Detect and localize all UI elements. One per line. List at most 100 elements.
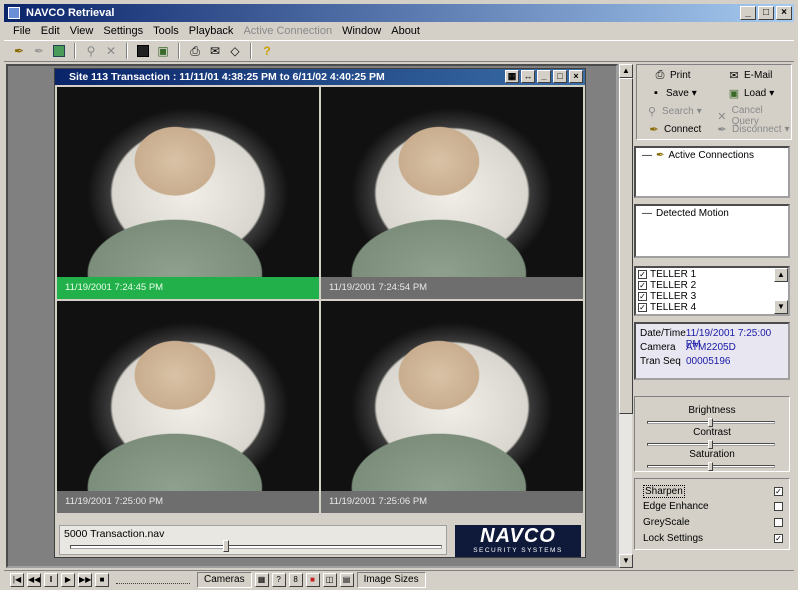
window-icon[interactable]: ◫ [322,572,337,587]
fit-button[interactable]: ↔ [521,70,535,83]
menu-about[interactable]: About [386,25,425,37]
camera-view-1[interactable]: 11/19/2001 7:24:45 PM [57,87,319,299]
toolbar-separator [126,43,128,59]
camera-image [57,301,319,513]
navco-logo: NAVCO SECURITY SYSTEMS [455,525,581,557]
teller-item[interactable]: ✓ TELLER 1 [638,269,696,280]
connect-button[interactable]: ✒ Connect [647,123,701,136]
print-button[interactable]: ⎙ Print [653,69,691,82]
detected-motion-box[interactable]: — Detected Motion [634,204,790,258]
menu-edit[interactable]: Edit [36,25,65,37]
logo-tagline: SECURITY SYSTEMS [473,547,563,554]
disconnect-icon: ✒ [717,124,727,136]
playback-slider-handle[interactable] [223,540,230,552]
child-minimize-button[interactable]: _ [537,70,551,83]
list-scroll-up-button[interactable]: ▲ [774,268,788,282]
rewind-button[interactable]: ◀◀ [27,572,41,587]
checkbox[interactable]: ✓ [638,270,647,279]
print-icon[interactable]: ⎙ [186,42,204,60]
contrast-slider-handle[interactable] [708,440,713,449]
app-title-bar: NAVCO Retrieval _ □ × [4,4,794,22]
scroll-up-button[interactable]: ▲ [619,64,633,78]
load-icon[interactable]: ▣ [154,42,172,60]
checkbox[interactable]: ✓ [638,292,647,301]
camera-timestamp: 11/19/2001 7:24:45 PM [57,277,319,299]
saturation-label: Saturation [689,449,735,460]
camera-image [321,87,583,299]
checkbox[interactable] [774,502,783,511]
lock-settings-option[interactable]: Lock Settings ✓ [643,533,783,544]
stop-button[interactable]: ■ [95,572,109,587]
menu-file[interactable]: File [8,25,36,37]
red-tile-icon[interactable]: ■ [305,572,320,587]
tree-line: — [642,150,652,161]
search-icon[interactable]: ⚲ [82,42,100,60]
print-icon: ⎙ [655,69,665,81]
edge-enhance-option[interactable]: Edge Enhance [643,501,783,512]
help-icon[interactable]: ? [271,572,286,587]
teller-item[interactable]: ✓ TELLER 3 [638,291,696,302]
app-icon [8,7,20,19]
first-frame-button[interactable]: |◀ [10,572,24,587]
camera-view-3[interactable]: 11/19/2001 7:25:00 PM [57,301,319,513]
teller-list[interactable]: ✓ TELLER 1 ✓ TELLER 2 ✓ TELLER 3 ✓ TELLER 4 … [634,266,790,316]
save-button[interactable]: ▪ Save ▾ [649,87,697,99]
menu-view[interactable]: View [65,25,99,37]
teller-item[interactable]: ✓ TELLER 2 [638,280,696,291]
image-adjustments-panel: Brightness Contrast Saturation [634,396,790,472]
camera-view-4[interactable]: 11/19/2001 7:25:06 PM [321,301,583,513]
save-icon: ▪ [654,87,658,99]
teller-item[interactable]: ✓ TELLER 4 [638,302,696,313]
play-button[interactable]: ▶ [61,572,75,587]
image-sizes-button[interactable]: Image Sizes [356,571,426,588]
menu-tools[interactable]: Tools [148,25,184,37]
saturation-slider-handle[interactable] [708,462,713,471]
connect-icon[interactable]: ✒ [10,42,28,60]
layout-icon[interactable]: ▦ [254,572,269,587]
cancel-icon[interactable]: ✕ [102,42,120,60]
cameras-button[interactable]: Cameras [197,571,252,588]
email-button[interactable]: ✉ E-Mail [727,69,772,82]
minimize-button[interactable]: _ [740,6,756,20]
load-button[interactable]: ▣ Load ▾ [727,87,774,100]
greyscale-option[interactable]: GreyScale [643,517,783,528]
camera-view-2[interactable]: 11/19/2001 7:24:54 PM [321,87,583,299]
camera-link-icon[interactable]: 8 [288,572,303,587]
checkbox[interactable]: ✓ [638,303,647,312]
checkbox[interactable]: ✓ [774,534,783,543]
detected-motion-header: — Detected Motion [642,208,729,219]
menu-playback[interactable]: Playback [184,25,239,37]
brightness-slider-handle[interactable] [708,418,713,427]
checkbox[interactable] [774,518,783,527]
save-icon[interactable] [134,42,152,60]
help-icon[interactable]: ? [258,42,276,60]
film-icon[interactable]: ▤ [339,572,354,587]
sharpen-option[interactable]: Sharpen ✓ [643,485,783,498]
grid-icon[interactable] [50,42,68,60]
scroll-down-button[interactable]: ▼ [619,554,633,568]
email-icon[interactable]: ✉ [206,42,224,60]
menu-settings[interactable]: Settings [98,25,148,37]
playback-slider-track[interactable] [70,545,442,549]
forward-button[interactable]: ▶▶ [78,572,92,587]
list-scroll-down-button[interactable]: ▼ [774,300,788,314]
eraser-icon[interactable]: ◇ [226,42,244,60]
close-button[interactable]: × [776,6,792,20]
checkbox[interactable]: ✓ [774,487,783,496]
pause-button[interactable]: ‖ [44,572,58,587]
menu-window[interactable]: Window [337,25,386,37]
navigation-bar: 5000 Transaction.nav [59,525,447,555]
disconnect-icon[interactable]: ✒ [30,42,48,60]
speed-slider[interactable] [116,576,190,584]
transaction-window: Site 113 Transaction : 11/11/01 4:38:25 … [54,68,586,558]
child-close-button[interactable]: × [569,70,583,83]
maximize-button[interactable]: □ [758,6,774,20]
grid-view-button[interactable]: ▦ [505,70,519,83]
child-maximize-button[interactable]: □ [553,70,567,83]
load-icon: ▣ [728,88,740,100]
active-connections-box[interactable]: — ✒ Active Connections [634,146,790,198]
scroll-thumb[interactable] [619,78,633,414]
transaction-details: Date/Time 11/19/2001 7:25:00 PM Camera ATM… [634,322,790,380]
checkbox[interactable]: ✓ [638,281,647,290]
workspace-scrollbar[interactable]: ▲ ▼ [618,64,633,568]
